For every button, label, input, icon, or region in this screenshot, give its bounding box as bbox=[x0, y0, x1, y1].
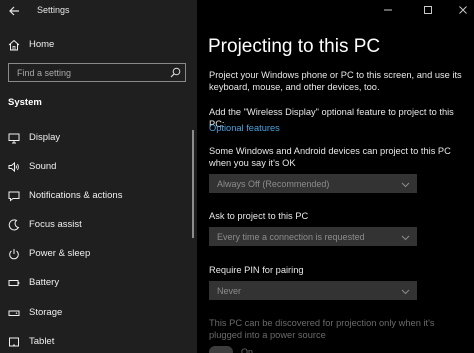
power-source-toggle[interactable] bbox=[209, 346, 233, 353]
ask-to-project-label: Ask to project to this PC bbox=[209, 211, 309, 221]
projection-availability-label: Some Windows and Android devices can pro… bbox=[209, 146, 451, 168]
battery-icon bbox=[8, 280, 20, 286]
chevron-down-icon bbox=[401, 289, 410, 295]
sidebar-item-label: Notifications & actions bbox=[29, 190, 123, 201]
dropdown-value: Never bbox=[217, 286, 242, 296]
power-source-note: This PC can be discovered for projection… bbox=[209, 318, 435, 340]
sidebar-scrollbar[interactable] bbox=[192, 130, 194, 238]
sound-icon bbox=[8, 161, 19, 173]
minimize-icon[interactable] bbox=[382, 4, 394, 16]
notifications-icon bbox=[8, 191, 20, 202]
toggle-state-label: On bbox=[241, 347, 254, 353]
sidebar-item-power-sleep[interactable]: Power & sleep bbox=[0, 243, 190, 265]
tablet-icon bbox=[9, 337, 19, 347]
sidebar-item-label: Sound bbox=[29, 161, 57, 172]
app-title: Settings bbox=[37, 5, 70, 15]
search-icon[interactable] bbox=[170, 67, 181, 78]
sidebar: Settings Home Find a setting System Disp… bbox=[0, 0, 197, 353]
close-icon[interactable] bbox=[457, 4, 469, 16]
search-box[interactable]: Find a setting bbox=[8, 63, 186, 82]
sidebar-item-home[interactable]: Home bbox=[0, 34, 197, 56]
projection-availability-dropdown[interactable]: Always Off (Recommended) bbox=[209, 174, 417, 193]
sidebar-item-storage[interactable]: Storage bbox=[0, 302, 190, 324]
chevron-down-icon bbox=[401, 182, 410, 188]
power-icon bbox=[9, 249, 19, 260]
require-pin-label: Require PIN for pairing bbox=[209, 265, 304, 275]
storage-icon bbox=[8, 310, 20, 316]
sidebar-item-display[interactable]: Display bbox=[0, 127, 190, 149]
optional-features-link[interactable]: Optional features bbox=[209, 123, 280, 133]
display-icon bbox=[8, 133, 20, 144]
title-bar: Settings bbox=[0, 0, 197, 22]
page-title: Projecting to this PC bbox=[208, 36, 381, 57]
sidebar-item-label: Home bbox=[29, 39, 55, 50]
search-input[interactable]: Find a setting bbox=[17, 68, 71, 78]
maximize-icon[interactable] bbox=[422, 4, 434, 16]
sidebar-item-label: Power & sleep bbox=[29, 248, 91, 259]
ask-to-project-dropdown[interactable]: Every time a connection is requested bbox=[209, 227, 417, 246]
sidebar-item-label: Battery bbox=[29, 277, 60, 288]
chevron-down-icon bbox=[401, 235, 410, 241]
sidebar-item-label: Tablet bbox=[29, 336, 55, 347]
sidebar-item-tablet[interactable]: Tablet bbox=[0, 331, 190, 353]
main-panel: Projecting to this PC Project your Windo… bbox=[197, 0, 474, 353]
home-icon bbox=[8, 39, 20, 51]
sidebar-item-focus-assist[interactable]: Focus assist bbox=[0, 214, 190, 236]
page-description: Project your Windows phone or PC to this… bbox=[209, 70, 462, 92]
sidebar-item-battery[interactable]: Battery bbox=[0, 272, 190, 294]
sidebar-item-label: Focus assist bbox=[29, 219, 82, 230]
window-controls bbox=[334, 0, 474, 20]
dropdown-value: Every time a connection is requested bbox=[217, 232, 365, 242]
dropdown-value: Always Off (Recommended) bbox=[217, 179, 330, 189]
sidebar-item-label: Display bbox=[29, 132, 61, 143]
require-pin-dropdown[interactable]: Never bbox=[209, 281, 417, 300]
section-title: System bbox=[8, 97, 42, 108]
focus-assist-icon bbox=[8, 219, 20, 231]
sidebar-item-sound[interactable]: Sound bbox=[0, 156, 190, 178]
back-arrow-icon[interactable] bbox=[7, 4, 21, 18]
sidebar-item-notifications[interactable]: Notifications & actions bbox=[0, 185, 190, 207]
sidebar-item-label: Storage bbox=[29, 307, 63, 318]
